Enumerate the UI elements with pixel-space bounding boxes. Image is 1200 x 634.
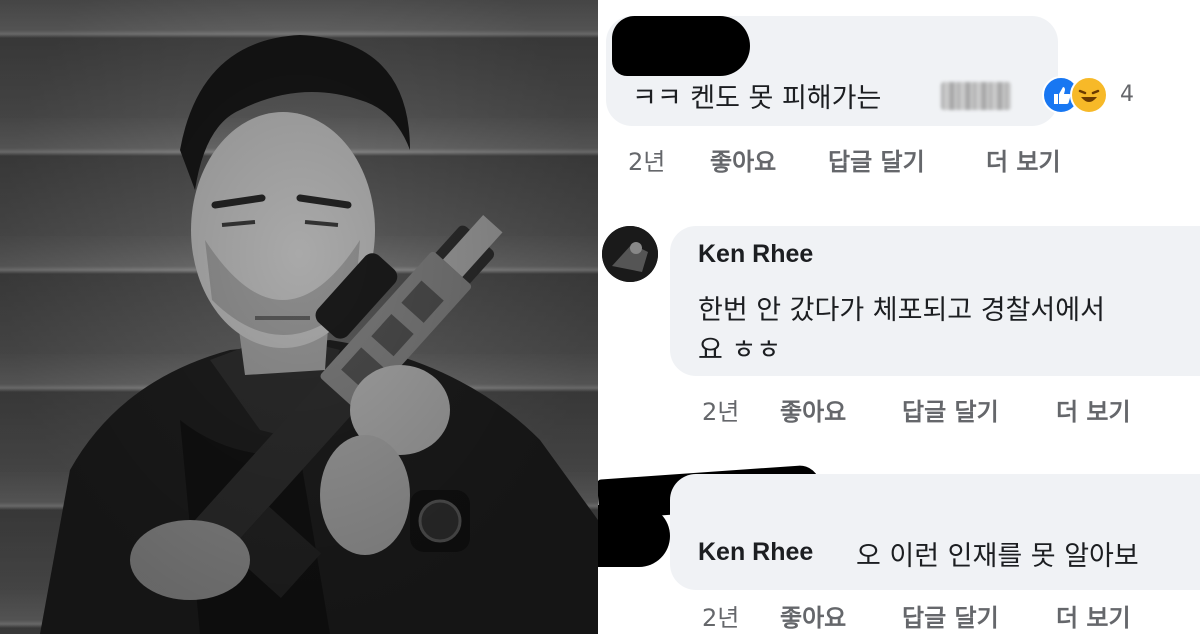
more-button[interactable]: 더 보기: [986, 142, 1061, 177]
like-button[interactable]: 좋아요: [780, 598, 846, 633]
comment-thread: ㅋㅋ 켄도 못 피해가는 4 2년 좋아요 답글 달기 더 보기 Ken Rhe…: [598, 0, 1200, 634]
comment-bubble-2: Ken Rhee 한번 안 갔다가 체포되고 경찰서에서 요 ㅎㅎ: [670, 226, 1200, 376]
redacted-avatar: [598, 505, 670, 567]
reply-button[interactable]: 답글 달기: [902, 392, 999, 427]
avatar[interactable]: [602, 226, 658, 282]
comment-text-line-2: 요 ㅎㅎ: [698, 335, 782, 366]
reply-button[interactable]: 답글 달기: [902, 598, 999, 633]
like-button[interactable]: 좋아요: [710, 142, 776, 177]
comment-bubble-3: Ken Rhee 오 이런 인재를 못 알아보: [670, 474, 1200, 590]
comment-text-line-1: 한번 안 갔다가 체포되고 경찰서에서: [698, 295, 1105, 326]
comment-author[interactable]: Ken Rhee: [698, 240, 813, 269]
like-button[interactable]: 좋아요: [780, 392, 846, 427]
comment-time[interactable]: 2년: [628, 142, 665, 177]
redacted-author-name: [612, 16, 750, 76]
blurred-text: [941, 82, 1011, 110]
reply-button[interactable]: 답글 달기: [828, 142, 925, 177]
comment-time[interactable]: 2년: [702, 598, 739, 633]
comment-text: 오 이런 인재를 못 알아보: [856, 541, 1139, 572]
haha-icon[interactable]: [1070, 76, 1108, 114]
comment-author[interactable]: Ken Rhee: [698, 538, 813, 567]
profile-photo: [0, 0, 598, 634]
more-button[interactable]: 더 보기: [1056, 598, 1131, 633]
comment-time[interactable]: 2년: [702, 392, 739, 427]
reaction-count: 4: [1120, 82, 1134, 107]
comment-bubble-1: ㅋㅋ 켄도 못 피해가는: [606, 16, 1058, 126]
comment-text: ㅋㅋ 켄도 못 피해가는: [632, 83, 882, 114]
more-button[interactable]: 더 보기: [1056, 392, 1131, 427]
